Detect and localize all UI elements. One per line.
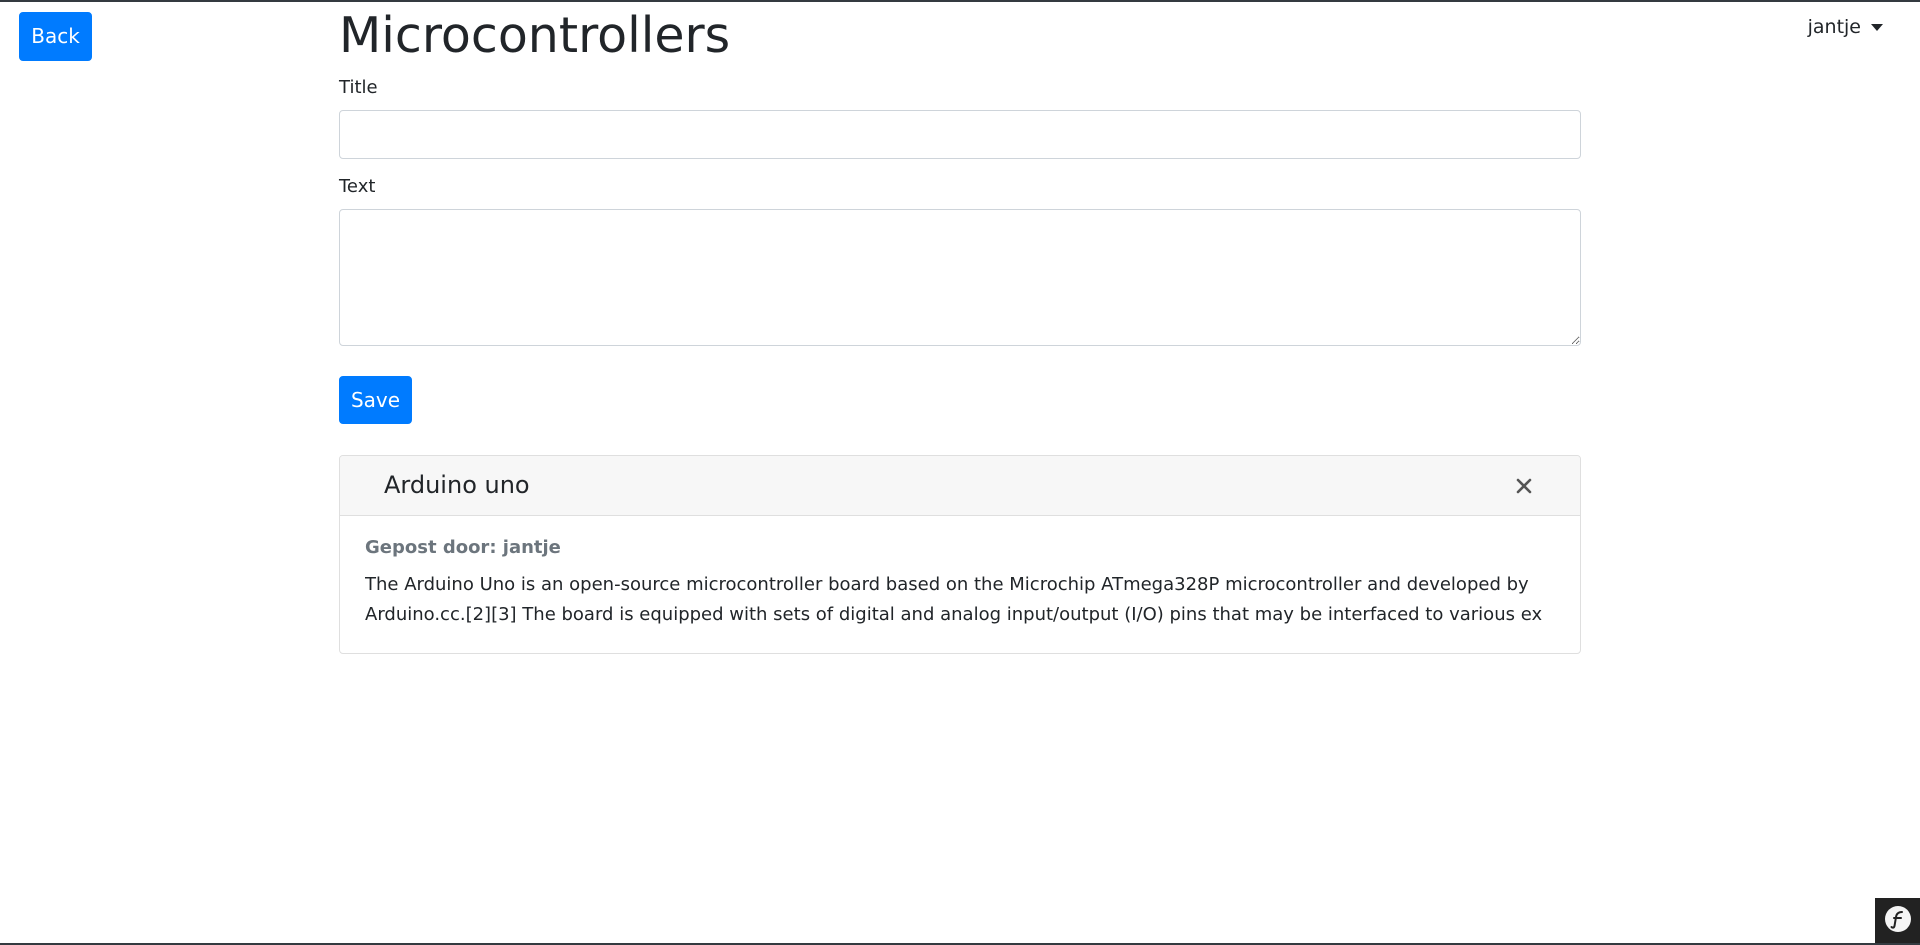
page-title: Microcontrollers: [339, 7, 731, 64]
user-dropdown[interactable]: jantje: [1808, 16, 1883, 38]
user-name: jantje: [1807, 16, 1861, 38]
main-content: Microcontrollers Title Text Save Arduino…: [339, 2, 1581, 654]
symfony-logo-icon: [1883, 904, 1913, 938]
save-button[interactable]: Save: [339, 376, 412, 424]
symfony-toolbar-button[interactable]: [1875, 898, 1920, 943]
title-label: Title: [339, 77, 378, 98]
post-author: Gepost door: jantje: [365, 537, 561, 558]
post-title: Arduino uno: [384, 471, 530, 499]
text-label: Text: [339, 176, 376, 197]
title-input[interactable]: [339, 110, 1581, 159]
caret-down-icon: [1871, 23, 1883, 31]
post-card: Arduino uno Gepost door: jantje The Ardu…: [339, 455, 1581, 654]
post-card-header: Arduino uno: [340, 456, 1580, 516]
back-button[interactable]: Back: [19, 12, 92, 61]
post-text-line-1: The Arduino Uno is an open-source microc…: [365, 574, 1529, 595]
post-card-body: Gepost door: jantje The Arduino Uno is a…: [340, 516, 1580, 650]
close-icon[interactable]: [1514, 476, 1534, 496]
text-textarea[interactable]: [339, 209, 1581, 346]
post-text-line-2: Arduino.cc.[2][3] The board is equipped …: [365, 604, 1543, 625]
